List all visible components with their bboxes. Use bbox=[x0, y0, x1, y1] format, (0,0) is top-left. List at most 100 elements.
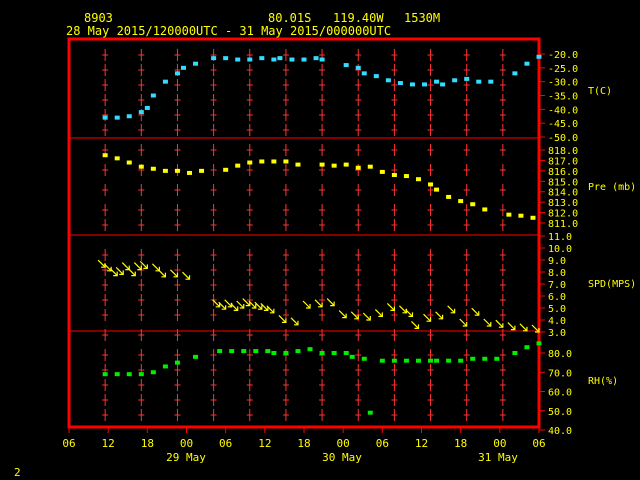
humidity-point bbox=[229, 349, 235, 354]
wind-arrow bbox=[338, 310, 347, 319]
temperature-point bbox=[247, 57, 253, 62]
humidity-point bbox=[307, 347, 313, 352]
wind-arrow bbox=[519, 323, 528, 332]
humidity-point bbox=[271, 351, 277, 355]
pressure-point bbox=[247, 160, 253, 165]
humidity-point bbox=[446, 358, 452, 363]
wind-arrow bbox=[182, 271, 190, 280]
y-tick-label-wind: 9.0 bbox=[548, 256, 566, 267]
x-tick-label: 06 bbox=[219, 437, 232, 450]
pressure-point bbox=[506, 212, 512, 217]
pressure-point bbox=[223, 167, 229, 172]
humidity-point bbox=[114, 372, 120, 377]
temperature-point bbox=[277, 56, 283, 61]
humidity-point bbox=[536, 341, 542, 346]
pressure-point bbox=[415, 177, 421, 182]
temperature-point bbox=[235, 57, 241, 62]
wind-arrow bbox=[471, 307, 480, 316]
wind-arrow bbox=[151, 263, 160, 272]
wind-arrow bbox=[127, 268, 136, 277]
meteogram-chart: 8903 80.01S 119.40W 1530M 28 May 2015/12… bbox=[14, 11, 636, 479]
temperature-point bbox=[259, 56, 265, 61]
x-tick-label: 12 bbox=[102, 437, 115, 450]
y-tick-label-temperature: -20.0 bbox=[548, 50, 578, 61]
pressure-point bbox=[126, 160, 132, 165]
humidity-point bbox=[150, 370, 156, 375]
y-tick-label-wind: 7.0 bbox=[548, 280, 566, 291]
temperature-point bbox=[313, 56, 319, 61]
pressure-point bbox=[271, 159, 277, 164]
temperature-point bbox=[126, 114, 132, 119]
time-period: 28 May 2015/120000UTC - 31 May 2015/0000… bbox=[66, 24, 391, 38]
temperature-point bbox=[476, 79, 482, 84]
pressure-point bbox=[331, 163, 337, 168]
wind-arrow bbox=[121, 262, 130, 271]
temperature-point bbox=[373, 74, 379, 79]
humidity-point bbox=[415, 358, 421, 363]
y-tick-label-pressure: 818.0 bbox=[548, 146, 578, 157]
temperature-point bbox=[223, 56, 229, 61]
wind-arrow bbox=[278, 314, 287, 323]
pressure-point bbox=[482, 207, 488, 212]
temperature-point bbox=[102, 115, 108, 120]
humidity-point bbox=[343, 351, 349, 355]
humidity-point bbox=[470, 356, 476, 361]
temperature-point bbox=[144, 105, 150, 110]
pressure-point bbox=[259, 159, 265, 164]
humidity-point bbox=[331, 351, 337, 355]
wind-arrow bbox=[170, 269, 178, 278]
y-tick-label-temperature: -30.0 bbox=[548, 78, 578, 89]
humidity-point bbox=[391, 358, 397, 363]
temperature-point bbox=[174, 71, 180, 76]
y-tick-label-pressure: 814.0 bbox=[548, 188, 578, 199]
y-tick-label-wind: 8.0 bbox=[548, 268, 566, 279]
pressure-point bbox=[470, 202, 476, 207]
x-tick-label: 18 bbox=[297, 437, 310, 450]
y-tick-label-pressure: 816.0 bbox=[548, 167, 578, 178]
temperature-point bbox=[536, 54, 542, 59]
pressure-point bbox=[319, 162, 325, 167]
wind-arrow bbox=[435, 311, 444, 320]
humidity-point bbox=[403, 358, 409, 363]
date-label: 30 May bbox=[322, 451, 362, 464]
wind-arrow bbox=[290, 317, 299, 326]
humidity-point bbox=[434, 358, 440, 363]
humidity-point bbox=[361, 356, 367, 361]
pressure-point bbox=[295, 162, 301, 167]
temperature-point bbox=[319, 57, 325, 62]
temperature-point bbox=[409, 82, 415, 87]
humidity-point bbox=[217, 349, 223, 354]
wind-arrow bbox=[109, 268, 118, 277]
pressure-point bbox=[530, 215, 536, 220]
pressure-point bbox=[162, 168, 168, 173]
pressure-point bbox=[446, 194, 452, 199]
wind-arrow bbox=[326, 298, 335, 307]
station-location: 80.01S 119.40W bbox=[268, 11, 384, 25]
humidity-point bbox=[349, 354, 355, 359]
pressure-point bbox=[518, 213, 524, 218]
temperature-point bbox=[114, 115, 120, 120]
pressure-point bbox=[458, 199, 464, 204]
wind-arrow bbox=[386, 302, 395, 311]
pressure-point bbox=[428, 182, 434, 187]
temperature-point bbox=[301, 57, 307, 62]
x-tick-label: 00 bbox=[180, 437, 193, 450]
temperature-point bbox=[355, 65, 361, 70]
humidity-point bbox=[241, 349, 247, 354]
y-tick-label-humidity: 50.0 bbox=[548, 407, 572, 418]
wind-arrow bbox=[399, 305, 407, 314]
y-tick-label-wind: 6.0 bbox=[548, 292, 566, 303]
pressure-point bbox=[199, 168, 205, 173]
x-axis: 06 12 18 00 06 12 18 00 06 12 18 00 06 29 May 30 May 31… bbox=[62, 427, 546, 464]
humidity-point bbox=[524, 345, 530, 350]
panel-label-pressure: Pre (mb) bbox=[588, 182, 636, 193]
wind-arrow bbox=[483, 318, 492, 327]
humidity-point bbox=[319, 351, 325, 355]
wind-arrow bbox=[314, 299, 323, 308]
humidity-point bbox=[458, 358, 464, 363]
x-tick-label: 00 bbox=[493, 437, 506, 450]
x-tick-label: 00 bbox=[337, 437, 350, 450]
humidity-point bbox=[253, 349, 259, 354]
temperature-point bbox=[452, 78, 458, 83]
humidity-point bbox=[379, 358, 385, 363]
